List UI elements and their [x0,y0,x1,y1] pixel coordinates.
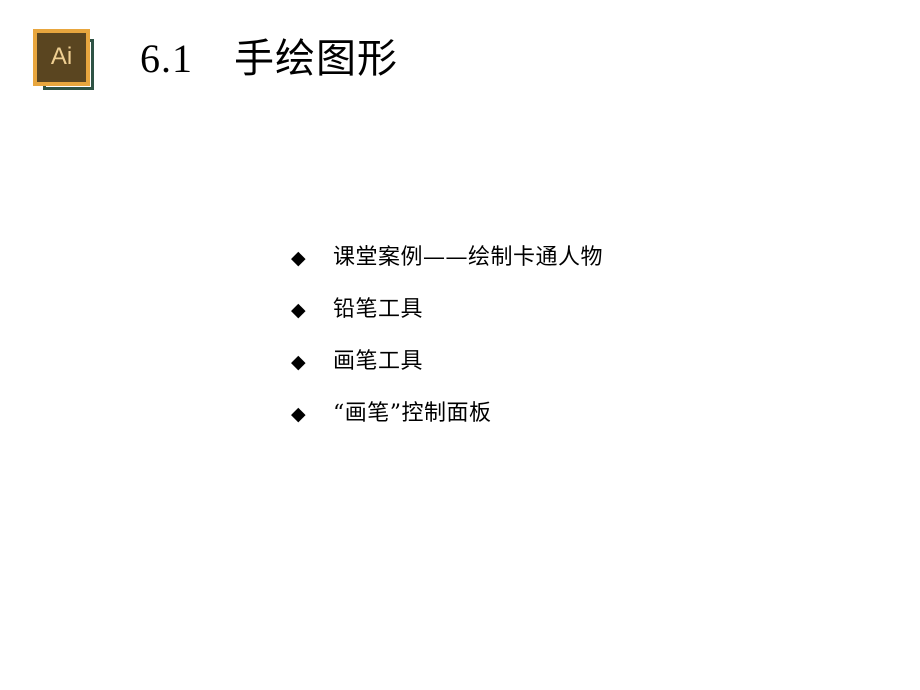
slide-canvas: Ai 6.1 手绘图形 ◆ 课堂案例——绘制卡通人物 ◆ 铅笔工具 ◆ 画笔工具… [0,0,920,690]
page-title-separator [193,36,234,82]
list-item: ◆ 课堂案例——绘制卡通人物 [291,243,851,295]
diamond-bullet-icon: ◆ [291,247,306,269]
page-title-heading: 手绘图形 [234,36,398,82]
bullet-list: ◆ 课堂案例——绘制卡通人物 ◆ 铅笔工具 ◆ 画笔工具 ◆ “画笔”控制面板 [291,243,851,451]
list-item: ◆ “画笔”控制面板 [291,399,851,451]
diamond-bullet-icon: ◆ [291,403,306,425]
list-item-label: 课堂案例——绘制卡通人物 [333,245,604,270]
logo-ai-label: Ai [50,42,73,70]
list-item: ◆ 画笔工具 [291,347,851,399]
list-item-label: 铅笔工具 [333,297,424,322]
page-title: 6.1 手绘图形 [140,32,398,86]
slide-header: Ai 6.1 手绘图形 [0,0,920,120]
list-item: ◆ 铅笔工具 [291,295,851,347]
list-item-label: 画笔工具 [333,349,424,374]
logo-foreground-square: Ai [33,29,90,86]
adobe-illustrator-ai-logo: Ai [33,29,98,94]
diamond-bullet-icon: ◆ [291,351,306,373]
diamond-bullet-icon: ◆ [291,299,306,321]
list-item-label: “画笔”控制面板 [333,401,492,426]
page-title-number: 6.1 [140,36,193,81]
